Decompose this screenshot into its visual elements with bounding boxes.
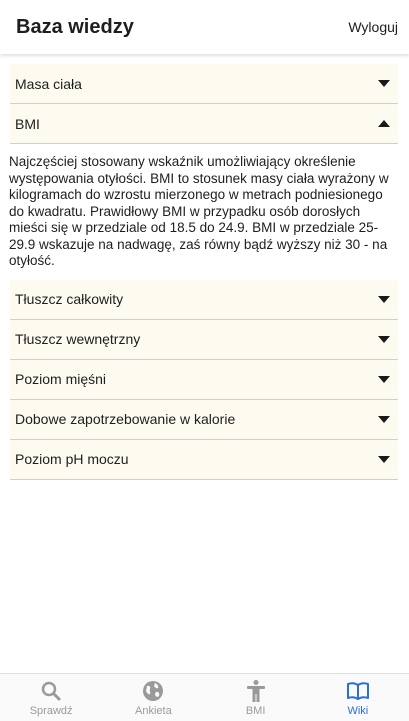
page-title: Baza wiedzy: [16, 15, 134, 38]
accordion-item-bmi-content: Najczęściej stosowany wskaźnik umożliwia…: [9, 154, 389, 268]
accordion-item-label: Tłuszcz wewnętrzny: [15, 331, 141, 347]
accordion-item-label: Poziom pH moczu: [15, 451, 129, 467]
accordion-item-muscle-level[interactable]: Poziom mięśni: [10, 359, 398, 400]
accordion-item-urine-ph[interactable]: Poziom pH moczu: [10, 439, 398, 480]
accordion-item-label: BMI: [15, 115, 40, 132]
nav-item-label: Sprawdź: [29, 704, 73, 717]
chevron-down-icon: [378, 455, 390, 463]
accordion-item-daily-calories[interactable]: Dobowe zapotrzebowanie w kalorie: [10, 399, 398, 440]
knowledge-accordion: Masa ciała BMI Najczęściej stosowany wsk…: [9, 64, 398, 480]
accordion-item-visceral-fat[interactable]: Tłuszcz wewnętrzny: [10, 319, 398, 360]
accordion-item-total-fat[interactable]: Tłuszcz całkowity: [10, 279, 398, 320]
nav-item-wiki[interactable]: Wiki: [307, 674, 409, 721]
accordion-item-label: Poziom mięśni: [15, 371, 107, 387]
chevron-down-icon: [378, 375, 390, 383]
accordion-item-bmi[interactable]: BMI: [10, 104, 398, 144]
nav-item-bmi[interactable]: BMI: [205, 674, 307, 721]
chevron-up-icon: [378, 120, 390, 127]
accordion-item-label: Masa ciała: [15, 75, 82, 92]
book-icon: [346, 681, 369, 700]
bottom-navigation: Sprawdź Ankieta BMI Wiki: [0, 673, 409, 721]
nav-item-label: Wiki: [347, 704, 369, 717]
search-icon: [41, 681, 61, 700]
chevron-down-icon: [378, 295, 390, 303]
chevron-down-icon: [378, 415, 390, 423]
accordion-item-label: Dobowe zapotrzebowanie w kalorie: [15, 411, 236, 427]
nav-item-check[interactable]: Sprawdź: [0, 674, 102, 721]
accordion-item-body-mass[interactable]: Masa ciała: [10, 64, 398, 104]
chevron-down-icon: [378, 335, 390, 343]
nav-item-survey[interactable]: Ankieta: [102, 674, 204, 721]
app-bar: Baza wiedzy Wyloguj: [0, 0, 409, 54]
accordion-item-label: Tłuszcz całkowity: [15, 291, 124, 307]
globe-icon: [143, 680, 164, 701]
nav-item-label: Ankieta: [135, 704, 172, 717]
chevron-down-icon: [378, 80, 390, 87]
person-icon: [246, 679, 265, 702]
nav-item-label: BMI: [245, 704, 266, 717]
logout-button[interactable]: Wyloguj: [348, 19, 398, 35]
